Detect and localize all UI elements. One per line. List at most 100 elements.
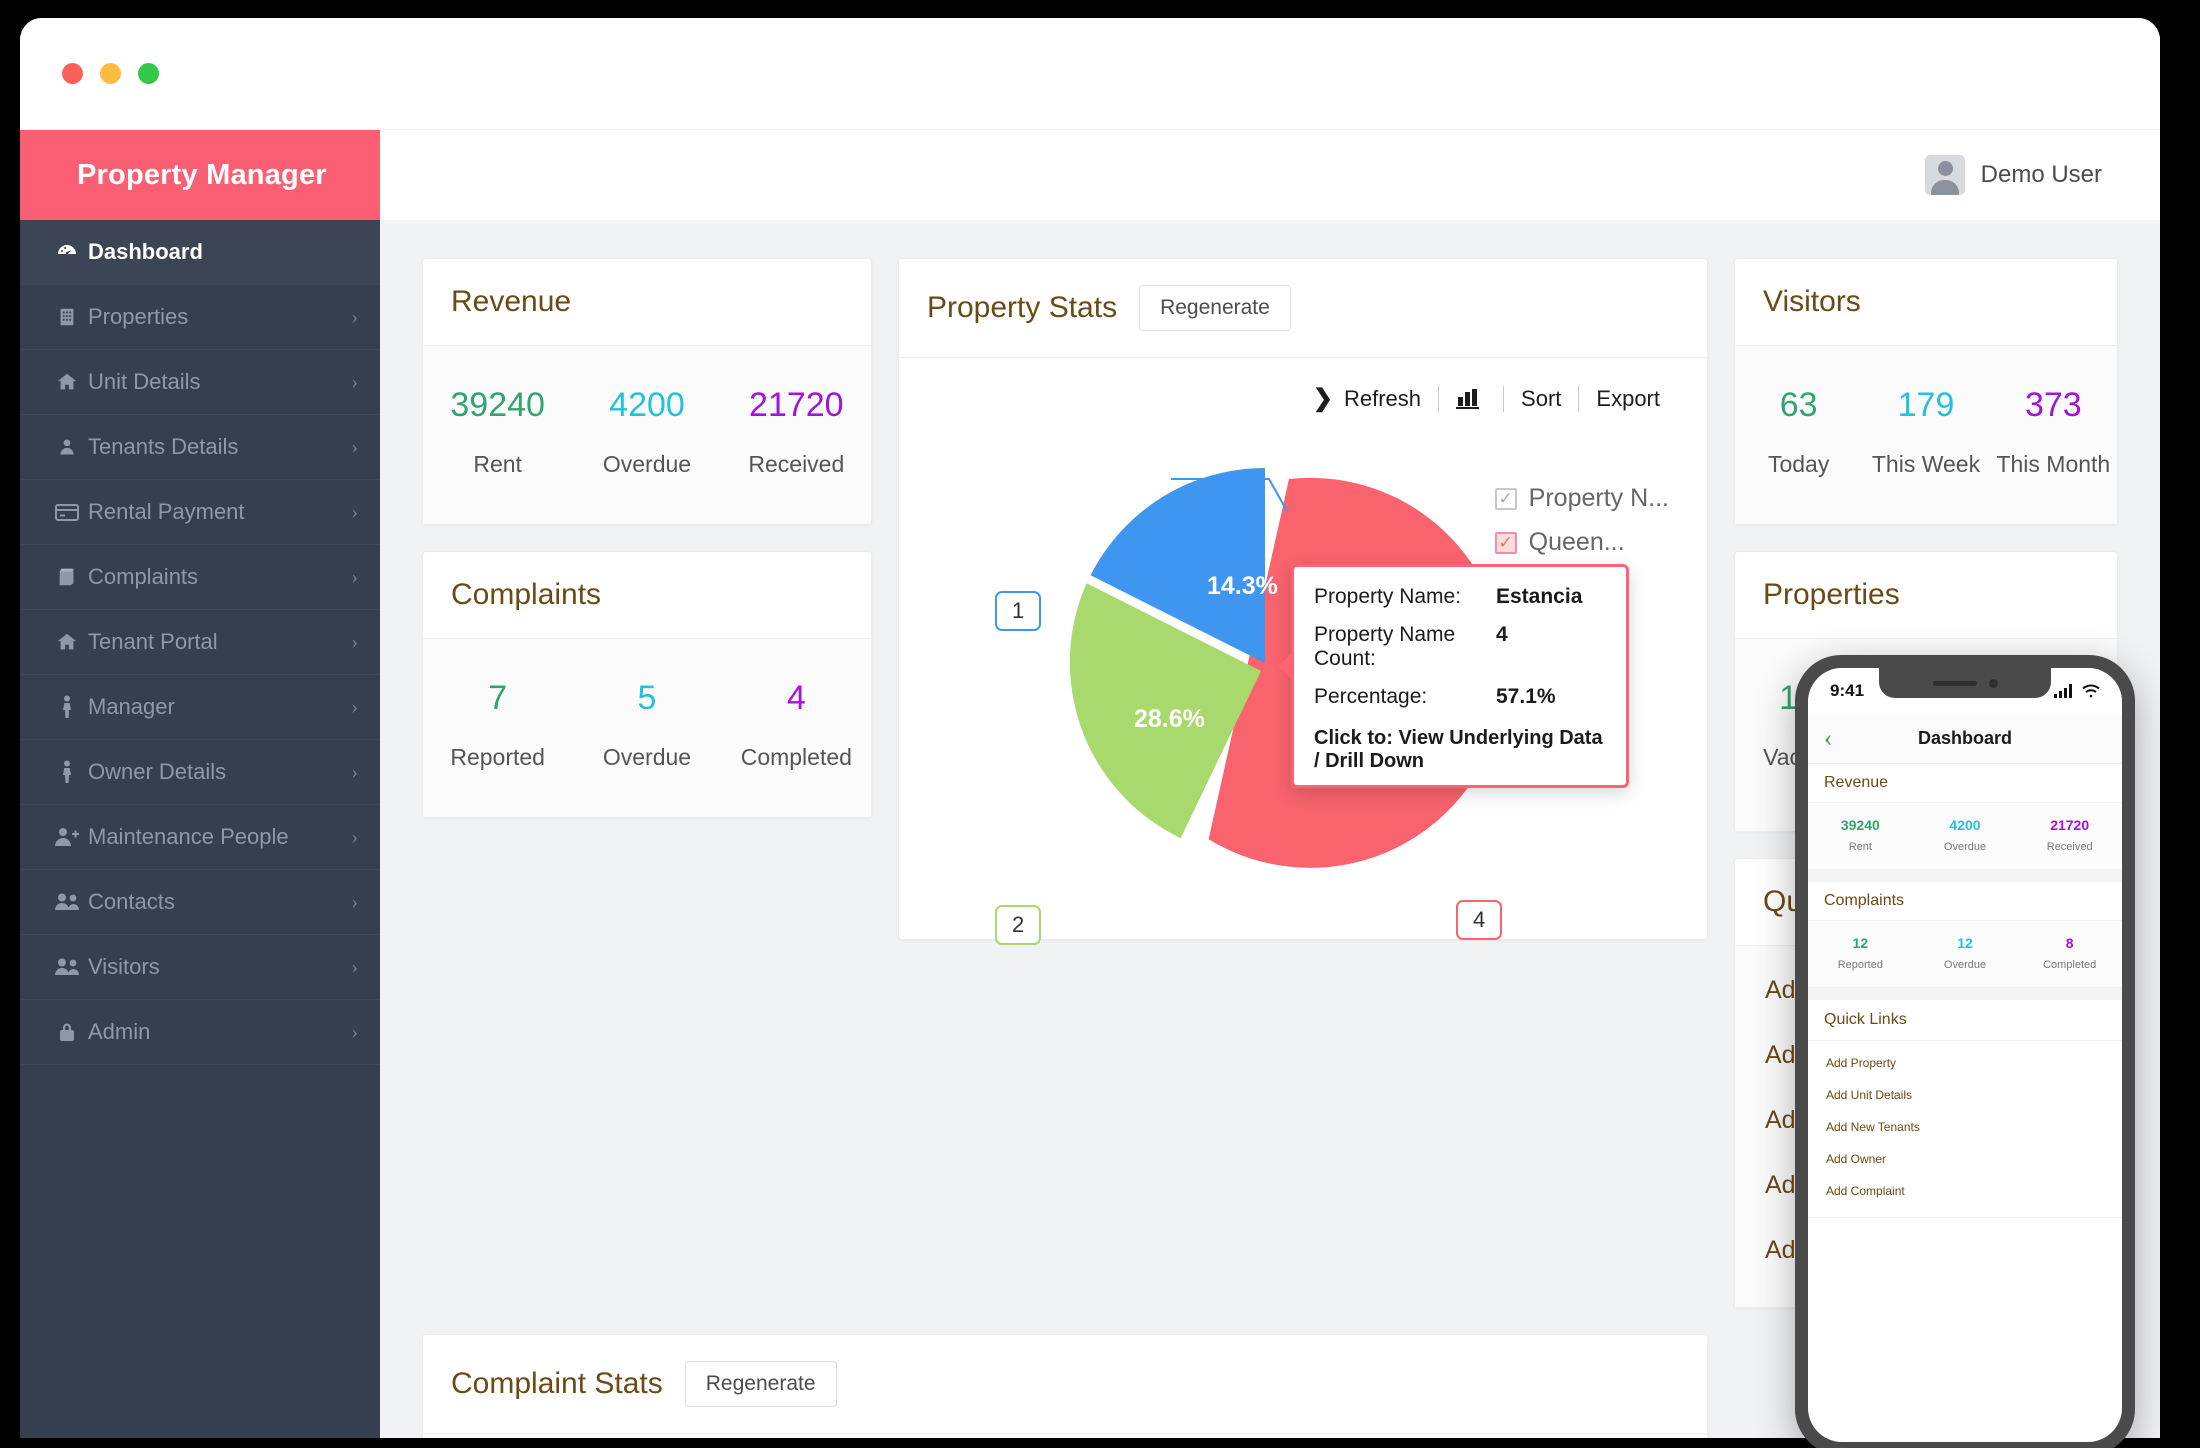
sidebar-item-tenants-details[interactable]: Tenants Details ›: [20, 415, 380, 480]
minimize-icon[interactable]: [100, 63, 121, 84]
chevron-right-icon: ›: [351, 1020, 358, 1043]
building-icon: [46, 306, 88, 328]
stat-label: Rent: [1848, 841, 1872, 853]
sidebar-item-rental-payment[interactable]: Rental Payment ›: [20, 480, 380, 545]
stat-label: Overdue: [1943, 841, 1987, 853]
pie-callout-2: 2: [995, 905, 1042, 945]
pie-callout-4: 4: [1456, 900, 1503, 940]
stat-label: Today: [1767, 451, 1830, 477]
phone-revenue-stats: 39240 Rent 4200 Overdue 21720 Received: [1808, 803, 2122, 869]
stat-received: 21720 Received: [2017, 817, 2122, 853]
regenerate-button[interactable]: Regenerate: [1139, 285, 1291, 331]
stat-label: This Month: [1996, 451, 2111, 477]
sidebar-item-label: Owner Details: [88, 759, 227, 784]
stat-label: Overdue: [1943, 959, 1987, 971]
chevron-right-icon: ›: [351, 760, 358, 783]
card-title: Complaints: [451, 578, 602, 611]
tooltip-row: Percentage: 57.1%: [1314, 685, 1610, 709]
refresh-label: Refresh: [1344, 385, 1422, 411]
close-icon[interactable]: [62, 63, 83, 84]
regenerate-button[interactable]: Regenerate: [684, 1361, 837, 1407]
tooltip-key: Percentage:: [1314, 685, 1428, 708]
sidebar-item-unit-details[interactable]: Unit Details ›: [20, 350, 380, 415]
legend-item[interactable]: ✓ Queen...: [1494, 521, 1669, 565]
chevron-right-icon: ›: [351, 370, 358, 393]
wifi-icon: [2082, 684, 2100, 698]
stat-value: 12: [1852, 935, 1869, 951]
sidebar-item-visitors[interactable]: Visitors ›: [20, 935, 380, 1000]
sidebar-item-complaints[interactable]: Complaints ›: [20, 545, 380, 610]
sidebar-item-dashboard[interactable]: Dashboard: [20, 220, 380, 285]
checkbox-icon[interactable]: ✓: [1494, 531, 1517, 554]
brand-title: Property Manager: [20, 130, 380, 220]
quick-link-add-property[interactable]: Add Property: [1808, 1047, 2122, 1079]
stat-overdue: 5 Overdue: [572, 679, 721, 771]
mobile-phone-mockup: 9:41 ‹ Dashboard Revenue 39240 Rent 4200…: [1795, 655, 2135, 1448]
stat-value: 4200: [609, 386, 685, 424]
stat-rent: 39240 Rent: [423, 386, 572, 478]
sidebar-item-owner-details[interactable]: Owner Details ›: [20, 740, 380, 805]
stat-value: 373: [2024, 386, 2082, 424]
phone-complaints-stats: 12 Reported 12 Overdue 8 Completed: [1808, 921, 2122, 987]
phone-notch: [1879, 668, 2051, 698]
stat-completed: 8 Completed: [2017, 935, 2122, 971]
complaints-stats: 7 Reported 5 Overdue 4 Completed: [423, 639, 871, 817]
screenshot-stage: Property Manager Dashboard Properties ›: [0, 0, 2200, 1448]
sidebar-item-tenant-portal[interactable]: Tenant Portal ›: [20, 610, 380, 675]
stat-rent: 39240 Rent: [1808, 817, 1913, 853]
stat-reported: 7 Reported: [423, 679, 572, 771]
checkbox-icon[interactable]: ✓: [1494, 487, 1517, 510]
person-icon: [46, 760, 88, 784]
legend-item[interactable]: ✓ Property N...: [1494, 477, 1669, 521]
stat-value: 21720: [2050, 817, 2090, 833]
stat-value: 7: [488, 679, 508, 717]
quick-link-add-unit-details[interactable]: Add Unit Details: [1808, 1079, 2122, 1111]
topbar: Demo User: [380, 130, 2160, 220]
stat-today: 63 Today: [1735, 386, 1862, 478]
stat-label: Received: [748, 451, 845, 477]
complaint-stats-toolbar: ❯ Refresh Sort Export: [423, 1434, 1707, 1438]
home-icon: [46, 371, 88, 393]
sidebar-item-label: Visitors: [88, 954, 160, 979]
sidebar-item-label: Contacts: [88, 889, 175, 914]
stat-label: Rent: [473, 451, 522, 477]
card-title: Complaint Stats: [451, 1367, 663, 1400]
refresh-button[interactable]: ❯ Refresh: [1296, 384, 1438, 413]
visitors-card-header: Visitors: [1735, 259, 2117, 346]
phone-complaints-card: Complaints 12 Reported 12 Overdue 8 Comp…: [1808, 882, 2122, 988]
complaint-stats-card: Complaint Stats Regenerate ❯ Refresh: [422, 1334, 1708, 1438]
card-title: Quick Links: [1808, 1000, 2122, 1041]
maximize-icon[interactable]: [138, 63, 159, 84]
sidebar-item-label: Properties: [88, 304, 189, 329]
status-indicators: [2054, 684, 2100, 698]
stat-overdue: 4200 Overdue: [1913, 817, 2018, 853]
sort-button[interactable]: Sort: [1504, 386, 1578, 412]
stat-overdue: 4200 Overdue: [572, 386, 721, 478]
window-titlebar: [20, 18, 2160, 130]
sidebar-item-properties[interactable]: Properties ›: [20, 285, 380, 350]
sidebar-item-admin[interactable]: Admin ›: [20, 1000, 380, 1065]
sidebar-item-manager[interactable]: Manager ›: [20, 675, 380, 740]
sidebar-item-contacts[interactable]: Contacts ›: [20, 870, 380, 935]
sidebar: Property Manager Dashboard Properties ›: [20, 130, 380, 1438]
card-title: Complaints: [1808, 882, 2122, 921]
divider: [1808, 988, 2122, 1000]
export-button[interactable]: Export: [1579, 386, 1677, 412]
stat-value: 63: [1779, 386, 1818, 424]
quick-link-add-complaint[interactable]: Add Complaint: [1808, 1175, 2122, 1207]
quick-link-add-owner[interactable]: Add Owner: [1808, 1143, 2122, 1175]
sidebar-item-maintenance-people[interactable]: Maintenance People ›: [20, 805, 380, 870]
chevron-right-icon: ❯: [1312, 385, 1333, 412]
user-menu[interactable]: Demo User: [1924, 155, 2102, 195]
phone-quick-links-card: Quick Links Add Property Add Unit Detail…: [1808, 1000, 2122, 1218]
sidebar-item-label: Manager: [88, 694, 175, 719]
svg-text:28.6%: 28.6%: [1134, 705, 1205, 733]
stat-value: 179: [1897, 386, 1955, 424]
legend-label: Property N...: [1528, 484, 1669, 512]
stat-value: 8: [2065, 935, 2074, 951]
bar-chart-icon[interactable]: [1439, 387, 1503, 411]
quick-link-add-new-tenants[interactable]: Add New Tenants: [1808, 1111, 2122, 1143]
user-icon: [46, 436, 88, 458]
users-icon: [46, 957, 88, 977]
stat-label: Reported: [1837, 959, 1883, 971]
